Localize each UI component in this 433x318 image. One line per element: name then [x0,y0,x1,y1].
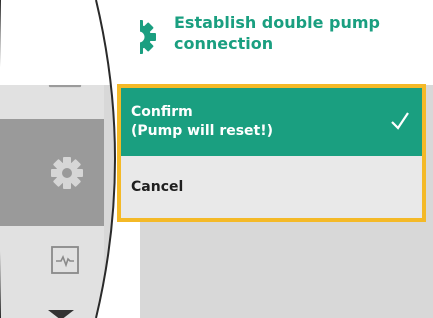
pump-display-screen: Establish double pump connection Confirm… [0,0,433,318]
confirm-option-label: Confirm (Pump will reset!) [131,104,274,139]
confirm-option[interactable]: Confirm (Pump will reset!) [121,88,422,156]
checkmark-icon [391,112,409,130]
cancel-option[interactable]: Cancel [121,156,422,218]
cancel-option-label: Cancel [131,178,184,195]
option-list: Confirm (Pump will reset!) Cancel [117,84,426,222]
